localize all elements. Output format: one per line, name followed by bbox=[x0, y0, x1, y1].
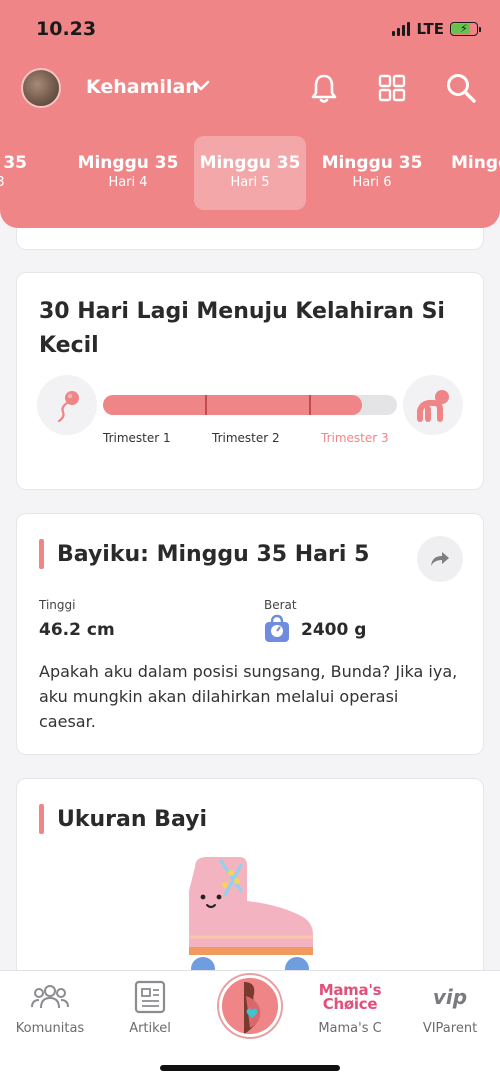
section-heading: Ukuran Bayi bbox=[39, 804, 207, 834]
week-label: Minggu 35 bbox=[199, 153, 301, 173]
size-title: Ukuran Bayi bbox=[57, 806, 207, 832]
week-day-tab[interactable]: Mingg bbox=[433, 136, 500, 210]
heading-accent-bar bbox=[39, 804, 44, 834]
week-day-tab[interactable]: Minggu 35 Hari 4 bbox=[72, 136, 184, 210]
countdown-title: 30 Hari Lagi Menuju Kelahiran Si Kecil bbox=[39, 299, 445, 358]
signal-icon bbox=[392, 22, 411, 36]
trimester-2-label: Trimester 2 bbox=[212, 431, 280, 445]
nav-item-artikel[interactable]: Artikel bbox=[100, 971, 200, 1051]
week-day-tab[interactable]: ggu 35 ri 3 bbox=[0, 136, 50, 210]
page-title[interactable]: Kehamilan bbox=[86, 76, 199, 98]
week-day-tab-active[interactable]: Minggu 35 Hari 5 bbox=[194, 136, 306, 210]
baby-title: Bayiku: Minggu 35 Hari 5 bbox=[57, 541, 370, 567]
baby-description: Apakah aku dalam posisi sungsang, Bunda?… bbox=[39, 662, 458, 731]
status-indicators: LTE ⚡ bbox=[392, 20, 481, 38]
app-header: 10.23 LTE ⚡ Kehamilan ggu 35 ri bbox=[0, 0, 500, 228]
community-icon bbox=[30, 979, 70, 1015]
trimester-divider bbox=[309, 395, 311, 415]
sperm-icon bbox=[37, 375, 97, 435]
week-day-selector: ggu 35 ri 3 Minggu 35 Hari 4 Minggu 35 H… bbox=[0, 136, 500, 210]
search-icon[interactable] bbox=[443, 70, 479, 106]
section-heading: Bayiku: Minggu 35 Hari 5 bbox=[39, 539, 369, 569]
nav-label: Mama's C bbox=[318, 1021, 382, 1036]
logo-text: vip bbox=[432, 985, 468, 1009]
height-label: Tinggi bbox=[39, 598, 76, 612]
avatar[interactable] bbox=[21, 68, 61, 108]
crawling-baby-icon bbox=[403, 375, 463, 435]
trimester-divider bbox=[205, 395, 207, 415]
share-button[interactable] bbox=[417, 536, 463, 582]
trimester-3-label: Trimester 3 bbox=[321, 431, 389, 445]
status-bar: 10.23 LTE ⚡ bbox=[0, 18, 500, 44]
pregnancy-home-button[interactable] bbox=[219, 975, 281, 1037]
mamas-choice-logo: Mama's Chøice bbox=[315, 979, 385, 1015]
week-day-tab[interactable]: Minggu 35 Hari 6 bbox=[316, 136, 428, 210]
share-arrow-icon bbox=[431, 552, 449, 566]
week-label: Minggu 35 bbox=[77, 153, 179, 173]
progress-fill bbox=[103, 395, 362, 415]
nav-label: VIParent bbox=[422, 1021, 478, 1036]
home-indicator bbox=[160, 1065, 340, 1071]
nav-label: Artikel bbox=[129, 1021, 171, 1036]
logo-text: Chøice bbox=[322, 995, 378, 1013]
nav-item-komunitas[interactable]: Komunitas bbox=[0, 971, 100, 1051]
pregnancy-icon bbox=[222, 978, 278, 1034]
week-label: ggu 35 bbox=[0, 153, 28, 173]
heading-accent-bar bbox=[39, 539, 44, 569]
countdown-card: 30 Hari Lagi Menuju Kelahiran Si Kecil T… bbox=[16, 272, 484, 490]
week-label: Minggu 35 bbox=[321, 153, 423, 173]
scale-icon bbox=[262, 614, 292, 648]
battery-icon: ⚡ bbox=[450, 22, 481, 36]
trimester-1-label: Trimester 1 bbox=[103, 431, 171, 445]
day-label: Hari 5 bbox=[230, 175, 270, 190]
day-label: Hari 6 bbox=[352, 175, 392, 190]
week-label: Mingg bbox=[451, 153, 500, 173]
nav-item-mamas-choice[interactable]: Mama's Chøice Mama's C bbox=[300, 971, 400, 1051]
baby-info-card: Bayiku: Minggu 35 Hari 5 Tinggi 46.2 cm … bbox=[16, 513, 484, 755]
network-type: LTE bbox=[416, 20, 444, 38]
weight-label: Berat bbox=[264, 598, 297, 612]
day-label: ri 3 bbox=[0, 175, 5, 190]
weight-value: 2400 g bbox=[301, 620, 367, 640]
roller-skate-illustration bbox=[181, 851, 321, 985]
bell-icon[interactable] bbox=[306, 70, 342, 106]
article-icon bbox=[130, 979, 170, 1015]
top-bar: Kehamilan bbox=[0, 66, 500, 110]
height-value: 46.2 cm bbox=[39, 620, 115, 640]
status-time: 10.23 bbox=[36, 18, 97, 40]
chevron-down-icon[interactable] bbox=[191, 76, 211, 100]
day-label: Hari 4 bbox=[108, 175, 148, 190]
nav-item-viparent[interactable]: vip VIParent bbox=[400, 971, 500, 1051]
grid-menu-icon[interactable] bbox=[374, 70, 410, 106]
trimester-progress-bar bbox=[103, 395, 397, 415]
vip-logo: vip bbox=[430, 979, 470, 1015]
nav-label: Komunitas bbox=[15, 1021, 85, 1036]
